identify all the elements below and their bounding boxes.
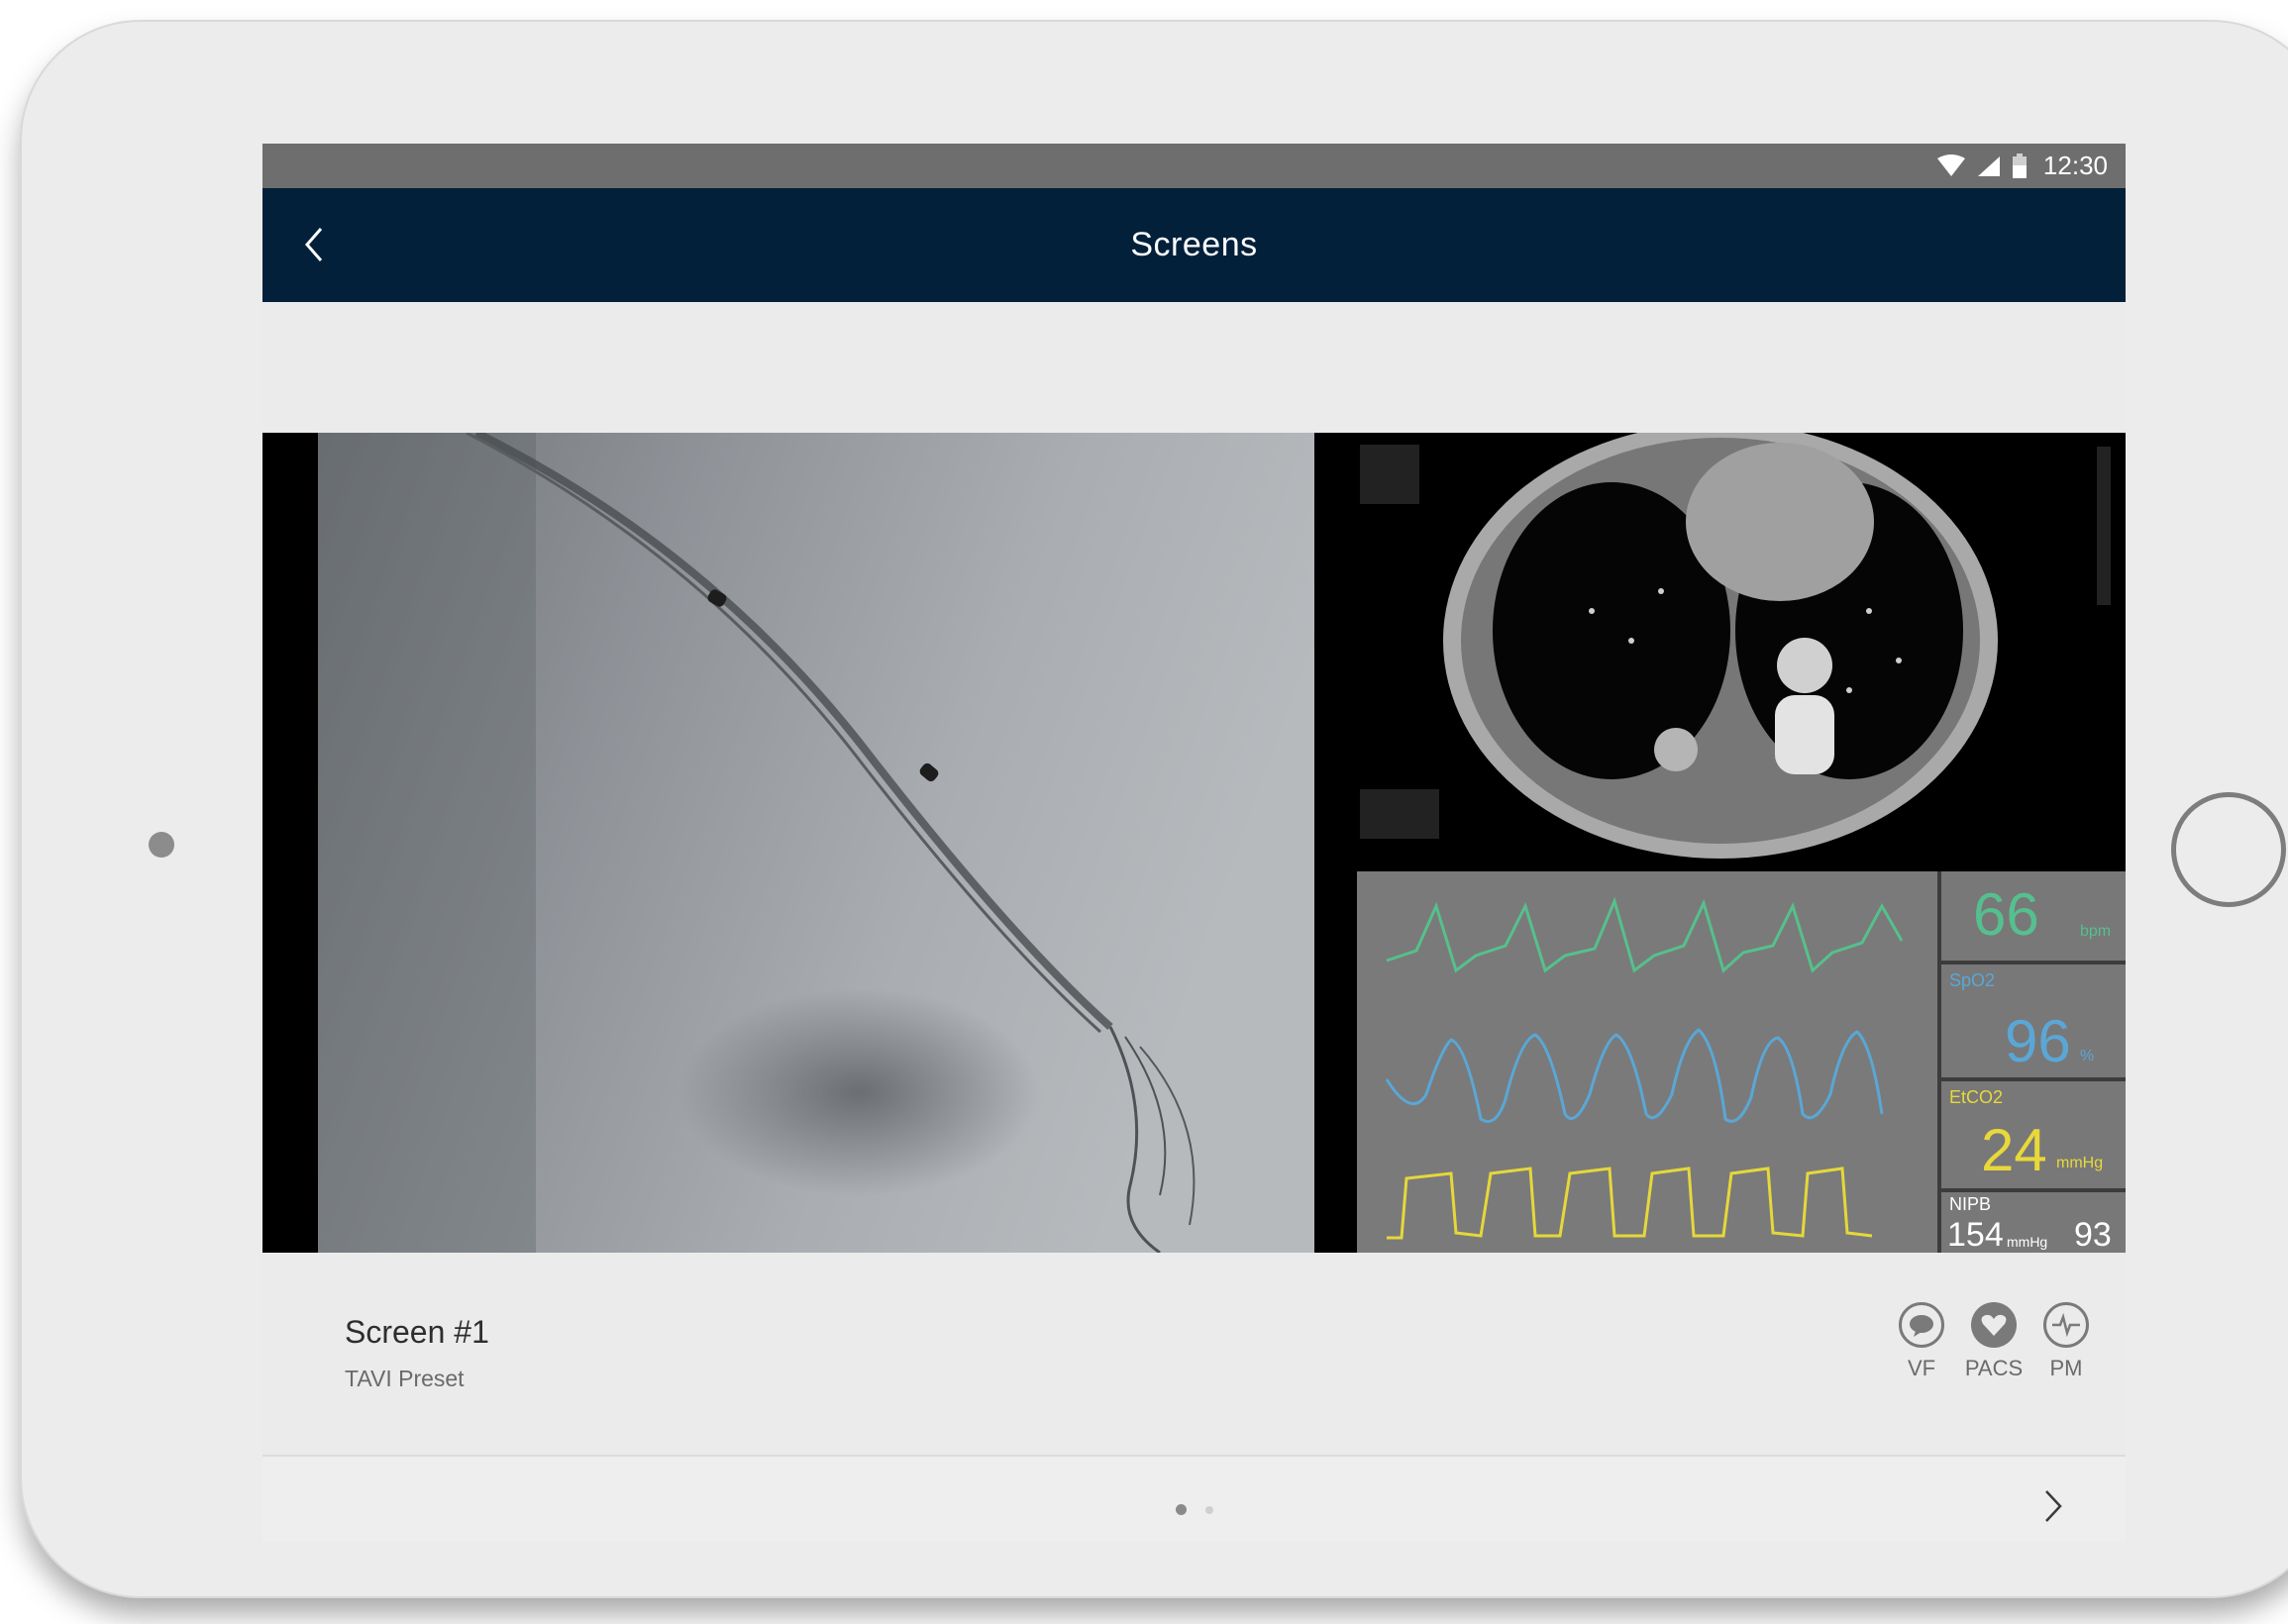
waveform-panel [1357,871,1937,1253]
nibp-unit: mmHg [2007,1234,2048,1250]
screen-name: Screen #1 [345,1314,489,1350]
nibp-label: NIPB [1949,1194,1992,1214]
app-bar: Screens [262,188,2126,302]
etco2-unit: mmHg [2056,1155,2104,1171]
fluoroscopy-image [318,433,1314,1253]
spo2-tile: SpO2 96 % [1941,964,2126,1077]
screen-preview[interactable]: 66 bpm SpO2 96 % EtCO2 24 mmHg NIPB 154 … [262,433,2126,1253]
app-screen: 12:30 Screens 66 bpm SpO2 96 % EtCO2 24 … [262,144,2126,1542]
camera [149,832,174,858]
page-dot-active[interactable] [1176,1504,1187,1515]
wifi-icon [1936,153,1966,178]
page-dot[interactable] [1205,1506,1213,1514]
source-pacs: PACS [1959,1302,2028,1381]
ecg-icon [2043,1302,2089,1348]
pleth-waveform [1385,1028,1884,1123]
next-button[interactable] [2031,1484,2075,1528]
nibp-tile: NIPB 154 mmHg 93 [1941,1192,2126,1253]
etco2-label: EtCO2 [1949,1087,2004,1107]
patient-monitor: 66 bpm SpO2 96 % EtCO2 24 mmHg NIPB 154 … [1357,871,2126,1253]
etco2-tile: EtCO2 24 mmHg [1941,1081,2126,1188]
spo2-unit: % [2080,1048,2095,1065]
source-vf-label: VF [1907,1356,1936,1380]
battery-icon [2012,152,2028,179]
signal-icon [1976,154,2002,178]
home-button[interactable] [2171,792,2286,907]
status-time: 12:30 [2042,151,2108,180]
chevron-right-icon [2045,1490,2062,1522]
source-pm-label: PM [2049,1356,2083,1380]
status-bar: 12:30 [262,144,2126,188]
etco2-value: 24 [1981,1117,2047,1183]
spo2-label: SpO2 [1949,970,1996,990]
screen-info-card[interactable]: Screen #1 TAVI Preset VF PACS PM [262,1253,2126,1456]
heart-rate-unit: bpm [2080,923,2112,940]
source-pm: PM [2031,1302,2101,1381]
heart-rate-tile: 66 bpm [1941,871,2126,961]
ct-scan-image [1314,433,2126,871]
ecg-waveform [1386,896,1904,973]
source-pacs-label: PACS [1964,1356,2024,1380]
video-feed-icon [1899,1302,1944,1348]
tablet-frame: 12:30 Screens 66 bpm SpO2 96 % EtCO2 24 … [22,22,2288,1596]
nibp-diastolic: 93 [2074,1216,2112,1253]
vitals-panel: 66 bpm SpO2 96 % EtCO2 24 mmHg NIPB 154 … [1941,871,2126,1253]
capno-waveform [1387,1167,1873,1240]
page-title: Screens [1130,226,1258,263]
heart-rate-value: 66 [1973,881,2039,948]
heart-icon [1971,1302,2017,1348]
spo2-value: 96 [2005,1008,2071,1074]
source-vf: VF [1887,1302,1956,1381]
nibp-systolic: 154 [1947,1216,2004,1253]
pager [262,1457,2126,1542]
screen-preset: TAVI Preset [345,1366,465,1391]
